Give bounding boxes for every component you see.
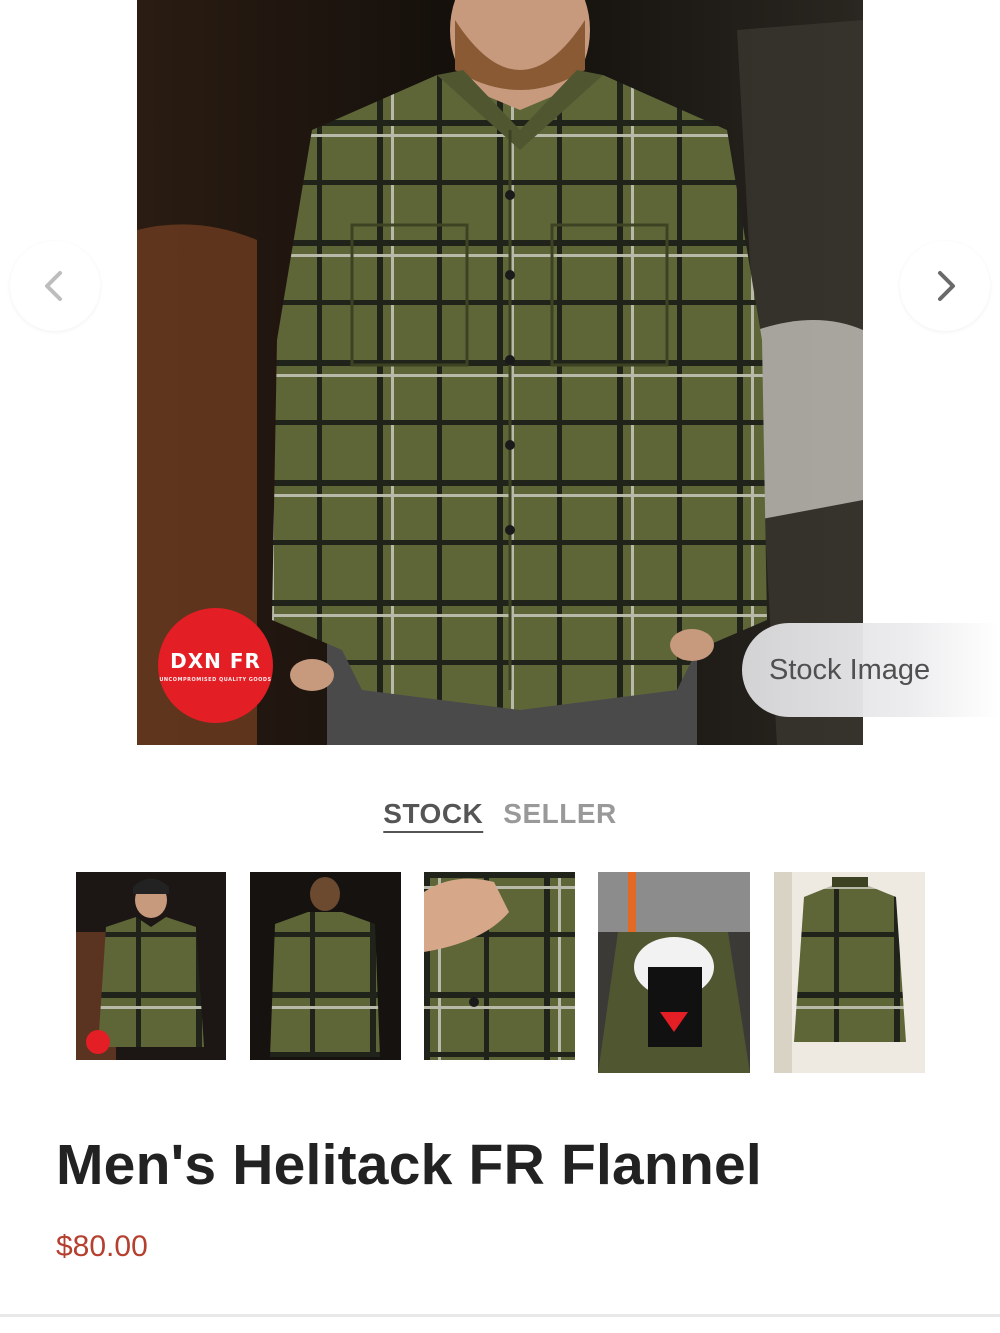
tab-seller[interactable]: SELLER (503, 798, 616, 830)
brand-logo-subtext: UNCOMPROMISED QUALITY GOODS (159, 676, 272, 683)
stock-image-label: Stock Image (742, 623, 1000, 717)
chevron-right-icon (938, 271, 955, 301)
thumbnail-image (598, 872, 750, 1073)
thumbnail-image (76, 872, 226, 1060)
divider (0, 1314, 1000, 1317)
previous-image-button[interactable] (10, 241, 100, 331)
next-image-button[interactable] (900, 241, 990, 331)
product-price: $80.00 (56, 1230, 148, 1263)
thumbnail-hanging-shirt[interactable] (774, 872, 925, 1073)
thumbnail-image (250, 872, 401, 1060)
thumbnail-collar-detail[interactable] (424, 872, 575, 1060)
image-source-tabs: STOCK SELLER (0, 798, 1000, 830)
brand-logo-badge: DXN FR UNCOMPROMISED QUALITY GOODS (158, 608, 273, 723)
thumbnail-image (424, 872, 575, 1060)
product-title: Men's Helitack FR Flannel (56, 1133, 762, 1197)
tab-stock[interactable]: STOCK (383, 798, 483, 830)
chevron-left-icon (45, 271, 62, 301)
thumbnail-image (774, 872, 925, 1073)
stock-image-label-text: Stock Image (769, 653, 931, 686)
thumbnail-back-model[interactable] (250, 872, 401, 1060)
thumbnail-front-model[interactable] (76, 872, 226, 1060)
brand-logo-text: DXN FR (170, 648, 261, 673)
thumbnail-tag-closeup[interactable] (598, 872, 750, 1073)
